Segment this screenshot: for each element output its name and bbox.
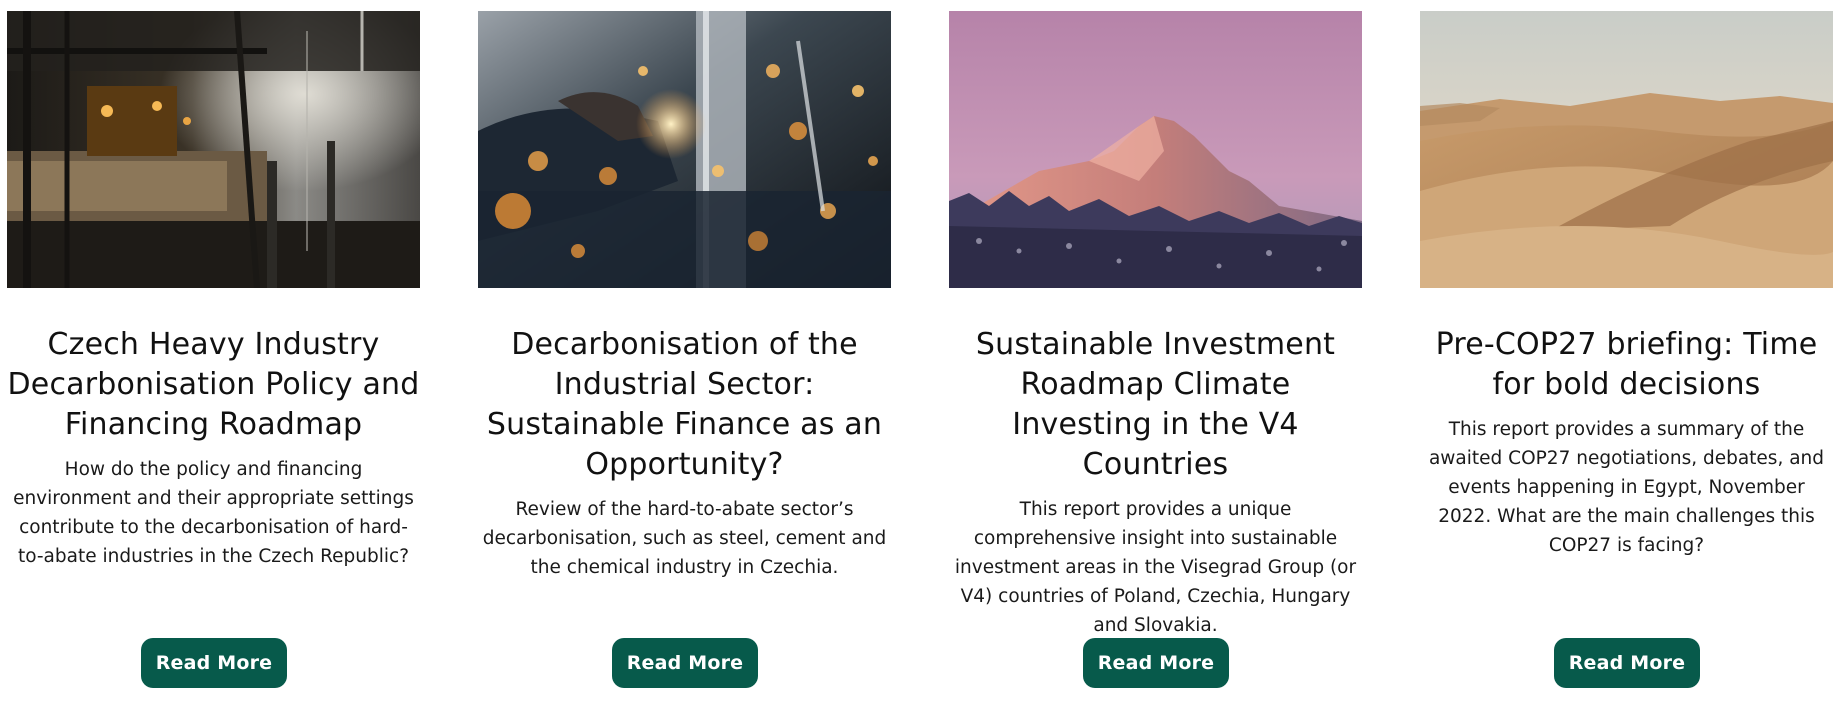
industrial-interior-image [7, 11, 420, 288]
card-image-desert-dunes[interactable] [1420, 11, 1833, 288]
report-card: Pre-COP27 briefing: Time for bold decisi… [1420, 11, 1833, 697]
card-title: Decarbonisation of the Industrial Sector… [486, 327, 883, 482]
card-title: Sustainable Investment Roadmap Climate I… [975, 327, 1336, 482]
card-image-mountain-peak[interactable] [949, 11, 1362, 288]
report-card: Sustainable Investment Roadmap Climate I… [949, 11, 1362, 697]
card-description: This report provides a unique comprehens… [954, 499, 1357, 636]
card-image-industrial-interior[interactable] [7, 11, 420, 288]
card-title: Czech Heavy Industry Decarbonisation Pol… [7, 327, 420, 442]
card-description: How do the policy and financing environm… [13, 459, 414, 567]
report-card: Czech Heavy Industry Decarbonisation Pol… [7, 11, 420, 697]
desert-dunes-image [1420, 11, 1833, 288]
report-card: Decarbonisation of the Industrial Sector… [478, 11, 891, 697]
report-card-grid: Czech Heavy Industry Decarbonisation Pol… [0, 0, 1842, 706]
read-more-button[interactable]: Read More [141, 638, 287, 688]
read-more-button[interactable]: Read More [612, 638, 758, 688]
card-title: Pre-COP27 briefing: Time for bold decisi… [1435, 327, 1818, 402]
mountain-peak-image [949, 11, 1362, 288]
card-description: This report provides a summary of the aw… [1428, 419, 1825, 556]
read-more-button[interactable]: Read More [1083, 638, 1229, 688]
card-description: Review of the hard-to-abate sector’s dec… [482, 499, 887, 578]
card-image-welding-sparks[interactable] [478, 11, 891, 288]
read-more-button[interactable]: Read More [1554, 638, 1700, 688]
welding-sparks-image [478, 11, 891, 288]
